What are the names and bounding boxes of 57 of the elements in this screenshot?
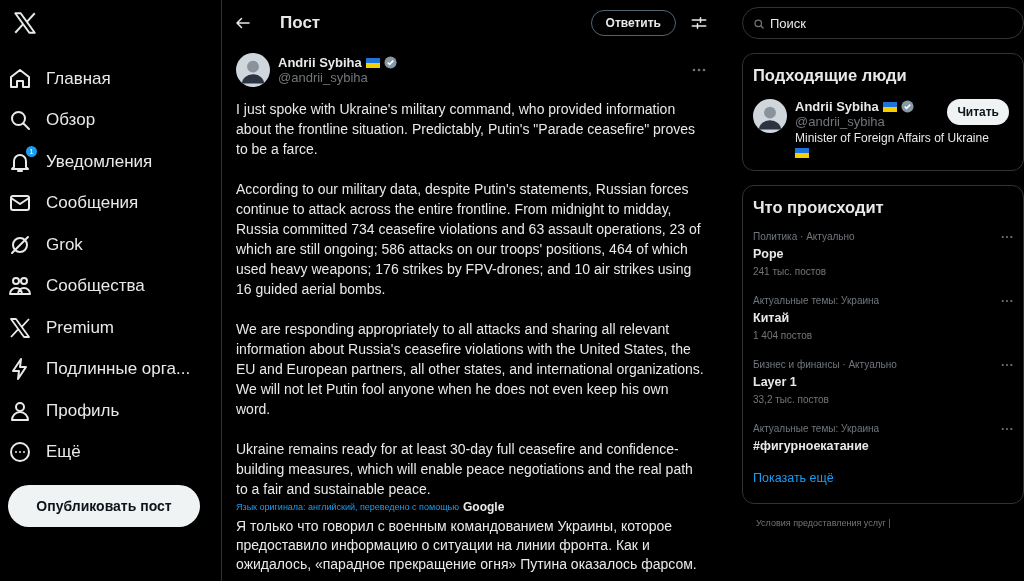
notification-badge: 1	[26, 145, 37, 157]
post-text: According to our military data, despite Putin's statements, Russian forces continue to attack across the entire frontline. From midnight to midday, Russia committed 734 ceasefire violations and 63 assault operations, 23 of which are still ongoing; 586 attacks on our troops' positions, 464 of which used heavy weapons; 176 strikes by FPV-drones; and 10 air strikes using 16 guided aerial bombs.	[236, 180, 702, 299]
page-title: Пост	[280, 12, 322, 33]
trend-context: Актуальные темы: Украина	[753, 423, 880, 434]
more-options-icon[interactable]	[1001, 363, 1013, 367]
flag-icon	[795, 148, 809, 158]
follow-button[interactable]: Читать	[947, 99, 1009, 125]
nav-item[interactable]: Подлинные орга...	[8, 348, 197, 390]
trend-post-count: 241 тыс. постов	[753, 266, 828, 277]
trend-post-count: 1 404 постов	[753, 330, 814, 341]
search-icon	[753, 18, 765, 30]
card-title: Подходящие люди	[753, 66, 908, 85]
card-title: Что происходит	[753, 198, 885, 217]
post-text: I just spoke with Ukraine's military command, who provided information about the frontline situation. Predictably, Putin's "Parade ceasefire" proves to be a farce.	[236, 100, 697, 159]
footer-link[interactable]: Условия предоставления услуг |	[742, 518, 1024, 528]
trend-context: Актуальные темы: Украина	[753, 295, 880, 306]
post-button[interactable]: Опубликовать пост	[8, 485, 200, 527]
nav-item[interactable]: Главная	[8, 58, 117, 100]
person-bio: Minister of Foreign Affairs of Ukraine	[795, 131, 990, 145]
more-options-icon[interactable]	[692, 68, 706, 72]
nav-item[interactable]: Сообщества	[8, 265, 151, 307]
more-options-icon[interactable]	[1001, 299, 1013, 303]
nav-item[interactable]: Grok	[8, 224, 89, 266]
nav-item[interactable]: Ещё	[8, 431, 87, 473]
x-logo-icon[interactable]	[12, 10, 38, 36]
search-field[interactable]: Поиск	[742, 7, 1024, 39]
translated-text: Я только что говорил с военным командованием Украины, которое предоставило информацию о ситуации на линии фронта. Как и ожидалось, «парадное прекращение огня» Путина оказалось фарсом.	[236, 517, 698, 574]
author-name[interactable]: Andrii Sybiha	[278, 55, 362, 70]
nav-item[interactable]: Профиль	[8, 390, 126, 432]
x-logo-icon	[8, 315, 32, 340]
person-name[interactable]: Andrii Sybiha	[795, 99, 879, 114]
post-text: We are responding appropriately to all attacks and sharing all relevant information about Russia's ceasefire violations with the United States, the EU and European partners, all other states, and international organizations. We will not let Putin fool anyone when he does not even keep his own word.	[236, 320, 705, 419]
nav-item[interactable]: Сообщения	[8, 182, 145, 224]
flag-icon	[365, 57, 380, 68]
trend-context: Политика · Актуально	[753, 231, 855, 242]
search-icon	[8, 108, 32, 133]
nav-item[interactable]: Premium	[8, 307, 120, 349]
trend-topic[interactable]: Pope	[753, 247, 855, 261]
trend-topic[interactable]: Китай	[753, 311, 880, 325]
home-icon	[8, 66, 32, 91]
more-icon	[8, 440, 32, 465]
flag-icon	[882, 101, 897, 112]
translation-note: Язык оригинала: английский, переведено с помощью	[236, 502, 459, 512]
trend-topic[interactable]: #фигурноекатание	[753, 439, 880, 453]
post-text: Ukraine remains ready for at least 30-day full ceasefire and confidence-building measures, which will enable peace negotiations and the real path to a fair and sustainable peace.	[236, 440, 694, 499]
trend-context: Бизнес и финансы · Актуально	[753, 359, 897, 370]
nav-item[interactable]: 1 Уведомления	[8, 141, 159, 183]
translator-name: Google	[463, 500, 505, 514]
trend-topic[interactable]: Layer 1	[753, 375, 897, 389]
verified-badge-icon	[383, 56, 397, 69]
more-options-icon[interactable]	[1001, 235, 1013, 239]
verified-badge-icon	[900, 100, 914, 113]
author-handle[interactable]: @andrii_sybiha	[278, 70, 684, 85]
more-options-icon[interactable]	[1001, 427, 1013, 431]
nav-item[interactable]: Обзор	[8, 99, 102, 141]
show-more-link[interactable]: Показать ещё	[753, 471, 1013, 485]
trend-post-count: 33,2 тыс. постов	[753, 394, 830, 405]
